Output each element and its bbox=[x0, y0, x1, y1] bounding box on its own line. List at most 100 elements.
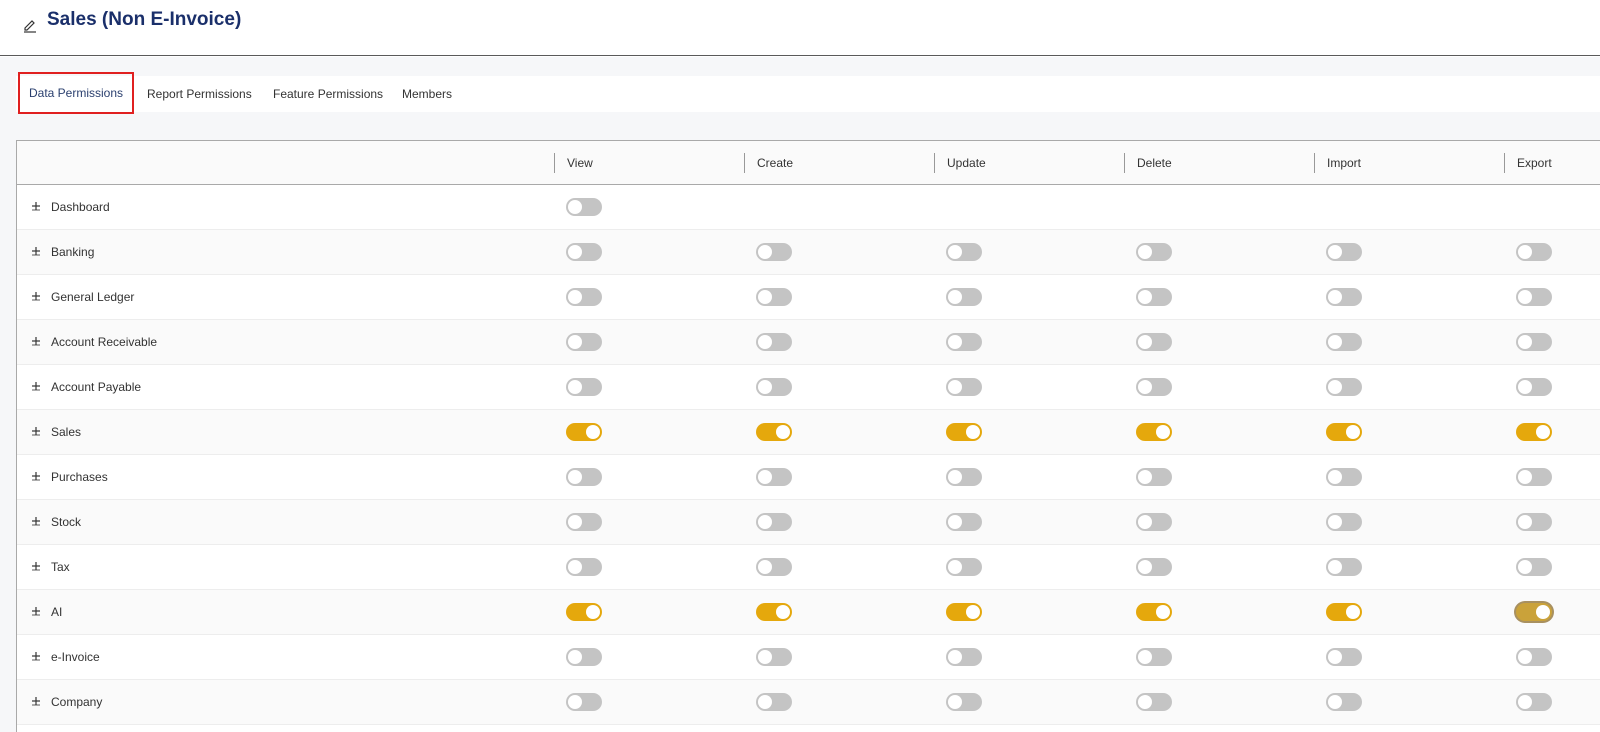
toggle-update[interactable] bbox=[946, 468, 982, 486]
expand-plus-icon[interactable] bbox=[29, 469, 43, 483]
toggle-create[interactable] bbox=[756, 693, 792, 711]
toggle-update[interactable] bbox=[946, 513, 982, 531]
toggle-import[interactable] bbox=[1326, 513, 1362, 531]
permission-tabs: Data Permissions Report Permissions Feat… bbox=[16, 72, 1600, 114]
expand-plus-icon[interactable] bbox=[29, 334, 43, 348]
expand-plus-icon[interactable] bbox=[29, 514, 43, 528]
toggle-export[interactable] bbox=[1516, 468, 1552, 486]
toggle-export[interactable] bbox=[1516, 648, 1552, 666]
toggle-create[interactable] bbox=[756, 288, 792, 306]
toggle-create[interactable] bbox=[756, 558, 792, 576]
toggle-import[interactable] bbox=[1326, 333, 1362, 351]
toggle-export[interactable] bbox=[1516, 513, 1552, 531]
toggle-import[interactable] bbox=[1326, 288, 1362, 306]
toggle-export[interactable] bbox=[1516, 693, 1552, 711]
pencil-icon[interactable] bbox=[22, 17, 38, 33]
toggle-delete[interactable] bbox=[1136, 333, 1172, 351]
expand-plus-icon[interactable] bbox=[29, 289, 43, 303]
toggle-knob bbox=[1536, 425, 1550, 439]
expand-plus-icon[interactable] bbox=[29, 604, 43, 618]
toggle-view[interactable] bbox=[566, 468, 602, 486]
toggle-import[interactable] bbox=[1326, 558, 1362, 576]
tab-data-permissions[interactable]: Data Permissions bbox=[18, 72, 135, 114]
toggle-update[interactable] bbox=[946, 243, 982, 261]
toggle-export[interactable] bbox=[1516, 378, 1552, 396]
toggle-view[interactable] bbox=[566, 198, 602, 216]
toggle-view[interactable] bbox=[566, 648, 602, 666]
expand-plus-icon[interactable] bbox=[29, 424, 43, 438]
permissions-table: View Create Update Delete Import Export … bbox=[16, 140, 1600, 732]
toggle-export[interactable] bbox=[1516, 243, 1552, 261]
toggle-delete[interactable] bbox=[1136, 513, 1172, 531]
toggle-knob bbox=[1138, 335, 1152, 349]
table-row: Account Payable bbox=[17, 365, 1600, 410]
toggle-create[interactable] bbox=[756, 468, 792, 486]
toggle-export[interactable] bbox=[1516, 558, 1552, 576]
tab-feature-permissions[interactable]: Feature Permissions bbox=[273, 76, 383, 112]
toggle-update[interactable] bbox=[946, 648, 982, 666]
toggle-delete[interactable] bbox=[1136, 288, 1172, 306]
toggle-delete[interactable] bbox=[1136, 423, 1172, 441]
tab-report-permissions[interactable]: Report Permissions bbox=[147, 76, 252, 112]
toggle-update[interactable] bbox=[946, 693, 982, 711]
toggle-update[interactable] bbox=[946, 423, 982, 441]
toggle-delete[interactable] bbox=[1136, 558, 1172, 576]
toggle-update[interactable] bbox=[946, 603, 982, 621]
toggle-update[interactable] bbox=[946, 288, 982, 306]
toggle-import[interactable] bbox=[1326, 603, 1362, 621]
toggle-delete[interactable] bbox=[1136, 603, 1172, 621]
expand-plus-icon[interactable] bbox=[29, 559, 43, 573]
toggle-export[interactable] bbox=[1516, 333, 1552, 351]
column-header-import: Import bbox=[1314, 153, 1361, 173]
toggle-create[interactable] bbox=[756, 378, 792, 396]
toggle-delete[interactable] bbox=[1136, 378, 1172, 396]
toggle-view[interactable] bbox=[566, 288, 602, 306]
toggle-create[interactable] bbox=[756, 243, 792, 261]
toggle-create[interactable] bbox=[756, 333, 792, 351]
toggle-export[interactable] bbox=[1516, 423, 1552, 441]
toggle-knob bbox=[948, 695, 962, 709]
toggle-create[interactable] bbox=[756, 513, 792, 531]
toggle-knob bbox=[1138, 380, 1152, 394]
toggle-create[interactable] bbox=[756, 648, 792, 666]
toggle-view[interactable] bbox=[566, 333, 602, 351]
row-label: Tax bbox=[51, 560, 70, 574]
toggle-export[interactable] bbox=[1516, 603, 1552, 621]
toggle-import[interactable] bbox=[1326, 693, 1362, 711]
expand-plus-icon[interactable] bbox=[29, 244, 43, 258]
toggle-update[interactable] bbox=[946, 333, 982, 351]
table-row: Dashboard bbox=[17, 185, 1600, 230]
toggle-view[interactable] bbox=[566, 603, 602, 621]
toggle-import[interactable] bbox=[1326, 648, 1362, 666]
toggle-knob bbox=[568, 335, 582, 349]
toggle-knob bbox=[1138, 470, 1152, 484]
toggle-view[interactable] bbox=[566, 558, 602, 576]
tab-members[interactable]: Members bbox=[402, 76, 452, 112]
expand-plus-icon[interactable] bbox=[29, 379, 43, 393]
toggle-update[interactable] bbox=[946, 558, 982, 576]
toggle-knob bbox=[1138, 290, 1152, 304]
toggle-import[interactable] bbox=[1326, 468, 1362, 486]
toggle-import[interactable] bbox=[1326, 423, 1362, 441]
toggle-view[interactable] bbox=[566, 513, 602, 531]
toggle-import[interactable] bbox=[1326, 243, 1362, 261]
toggle-create[interactable] bbox=[756, 423, 792, 441]
toggle-knob bbox=[1518, 515, 1532, 529]
toggle-delete[interactable] bbox=[1136, 243, 1172, 261]
expand-plus-icon[interactable] bbox=[29, 199, 43, 213]
expand-plus-icon[interactable] bbox=[29, 649, 43, 663]
toggle-view[interactable] bbox=[566, 378, 602, 396]
expand-plus-icon[interactable] bbox=[29, 694, 43, 708]
toggle-import[interactable] bbox=[1326, 378, 1362, 396]
toggle-create[interactable] bbox=[756, 603, 792, 621]
toggle-delete[interactable] bbox=[1136, 468, 1172, 486]
toggle-view[interactable] bbox=[566, 693, 602, 711]
toggle-knob bbox=[586, 425, 600, 439]
toggle-delete[interactable] bbox=[1136, 648, 1172, 666]
toggle-view[interactable] bbox=[566, 243, 602, 261]
toggle-export[interactable] bbox=[1516, 288, 1552, 306]
toggle-knob bbox=[1346, 605, 1360, 619]
toggle-view[interactable] bbox=[566, 423, 602, 441]
toggle-delete[interactable] bbox=[1136, 693, 1172, 711]
toggle-update[interactable] bbox=[946, 378, 982, 396]
